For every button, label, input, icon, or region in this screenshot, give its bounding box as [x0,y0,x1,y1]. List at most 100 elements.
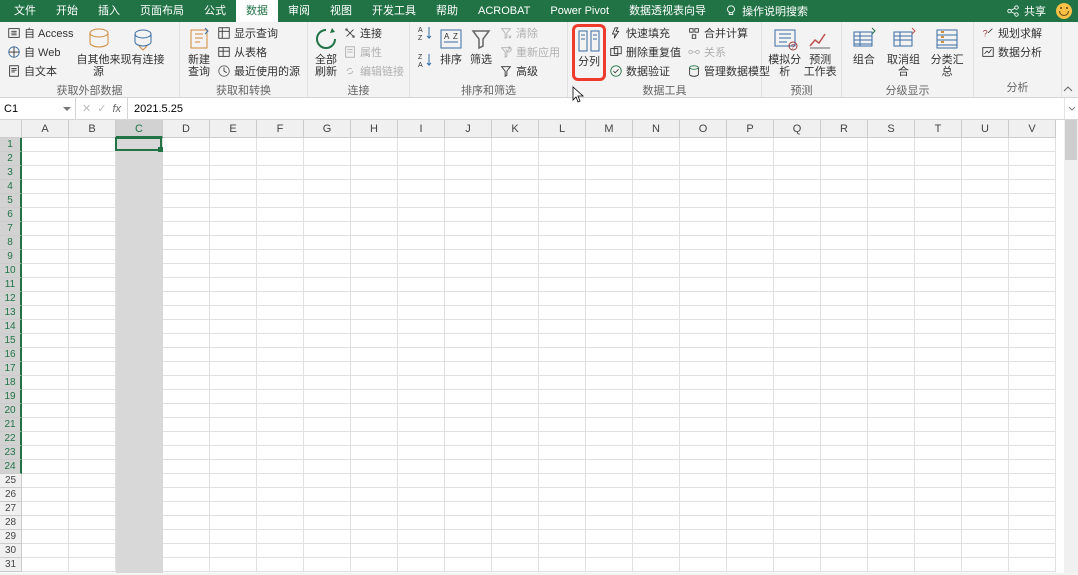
cell-F15[interactable] [257,334,304,348]
cell-P12[interactable] [727,292,774,306]
account-smiley-icon[interactable] [1056,3,1072,19]
cell-A26[interactable] [22,488,69,502]
cell-K6[interactable] [492,208,539,222]
table-row[interactable]: 2021.7.8 [22,334,1064,348]
cell-M24[interactable] [586,460,633,474]
cell-O10[interactable] [680,264,727,278]
cell-H3[interactable] [351,166,398,180]
row-header-9[interactable]: 9 [0,250,22,264]
cell-O1[interactable] [680,138,727,152]
cell-I17[interactable] [398,362,445,376]
cell-R1[interactable] [821,138,868,152]
cell-U9[interactable] [962,250,1009,264]
cell-J21[interactable] [445,418,492,432]
cell-I4[interactable] [398,180,445,194]
row-header-3[interactable]: 3 [0,166,22,180]
cell-U19[interactable] [962,390,1009,404]
row-header-27[interactable]: 27 [0,502,22,516]
cell-H6[interactable] [351,208,398,222]
cell-G3[interactable] [304,166,351,180]
cell-J16[interactable] [445,348,492,362]
cell-U13[interactable] [962,306,1009,320]
cell-V29[interactable] [1009,530,1056,544]
cell-T6[interactable] [915,208,962,222]
cell-Q24[interactable] [774,460,821,474]
tab-数据[interactable]: 数据 [236,0,278,22]
cell-B31[interactable] [69,558,116,572]
table-row[interactable]: 2021.7.6 [22,194,1064,208]
cell-K31[interactable] [492,558,539,572]
cell-L25[interactable] [539,474,586,488]
cell-Q1[interactable] [774,138,821,152]
cell-J31[interactable] [445,558,492,572]
table-row[interactable]: 2021.7.7 [22,264,1064,278]
cell-M6[interactable] [586,208,633,222]
cell-R16[interactable] [821,348,868,362]
col-header-C[interactable]: C [116,120,163,138]
cell-G2[interactable] [304,152,351,166]
cell-A29[interactable] [22,530,69,544]
cell-O23[interactable] [680,446,727,460]
cell-H12[interactable] [351,292,398,306]
cell-A2[interactable] [22,152,69,166]
cell-T21[interactable] [915,418,962,432]
cell-F2[interactable] [257,152,304,166]
cell-K17[interactable] [492,362,539,376]
cell-T12[interactable] [915,292,962,306]
consolidate-button[interactable]: 合并计算 [684,24,773,42]
cell-S10[interactable] [868,264,915,278]
cell-P9[interactable] [727,250,774,264]
cell-L29[interactable] [539,530,586,544]
cell-I27[interactable] [398,502,445,516]
cell-M29[interactable] [586,530,633,544]
cell-T26[interactable] [915,488,962,502]
cell-G16[interactable] [304,348,351,362]
cell-B21[interactable] [69,418,116,432]
row-header-17[interactable]: 17 [0,362,22,376]
cell-U18[interactable] [962,376,1009,390]
cell-I24[interactable] [398,460,445,474]
cell-Q5[interactable] [774,194,821,208]
cell-O9[interactable] [680,250,727,264]
cell-M16[interactable] [586,348,633,362]
row-header-12[interactable]: 12 [0,292,22,306]
cell-P13[interactable] [727,306,774,320]
cell-L20[interactable] [539,404,586,418]
cell-F31[interactable] [257,558,304,572]
cell-Q4[interactable] [774,180,821,194]
cell-E14[interactable] [210,320,257,334]
cell-Q14[interactable] [774,320,821,334]
cell-U28[interactable] [962,516,1009,530]
row-header-25[interactable]: 25 [0,474,22,488]
cell-U11[interactable] [962,278,1009,292]
cell-P25[interactable] [727,474,774,488]
cell-Q26[interactable] [774,488,821,502]
refresh-all-button[interactable]: 全部刷新 [312,24,340,81]
cell-F22[interactable] [257,432,304,446]
cell-I15[interactable] [398,334,445,348]
table-row[interactable]: 2021.7.31 [22,418,1064,432]
cell-O25[interactable] [680,474,727,488]
cell-V13[interactable] [1009,306,1056,320]
cell-E7[interactable] [210,222,257,236]
cell-D12[interactable] [163,292,210,306]
cell-L4[interactable] [539,180,586,194]
cell-S21[interactable] [868,418,915,432]
cell-O11[interactable] [680,278,727,292]
cell-O26[interactable] [680,488,727,502]
cell-T15[interactable] [915,334,962,348]
cell-R8[interactable] [821,236,868,250]
cell-F12[interactable] [257,292,304,306]
cell-E20[interactable] [210,404,257,418]
table-row[interactable]: 2021.8.7 [22,236,1064,250]
cell-P27[interactable] [727,502,774,516]
cell-U17[interactable] [962,362,1009,376]
cell-F19[interactable] [257,390,304,404]
cell-M13[interactable] [586,306,633,320]
cell-A3[interactable] [22,166,69,180]
cell-H19[interactable] [351,390,398,404]
cell-H31[interactable] [351,558,398,572]
cell-F16[interactable] [257,348,304,362]
table-row[interactable] [22,558,1064,572]
cell-R15[interactable] [821,334,868,348]
